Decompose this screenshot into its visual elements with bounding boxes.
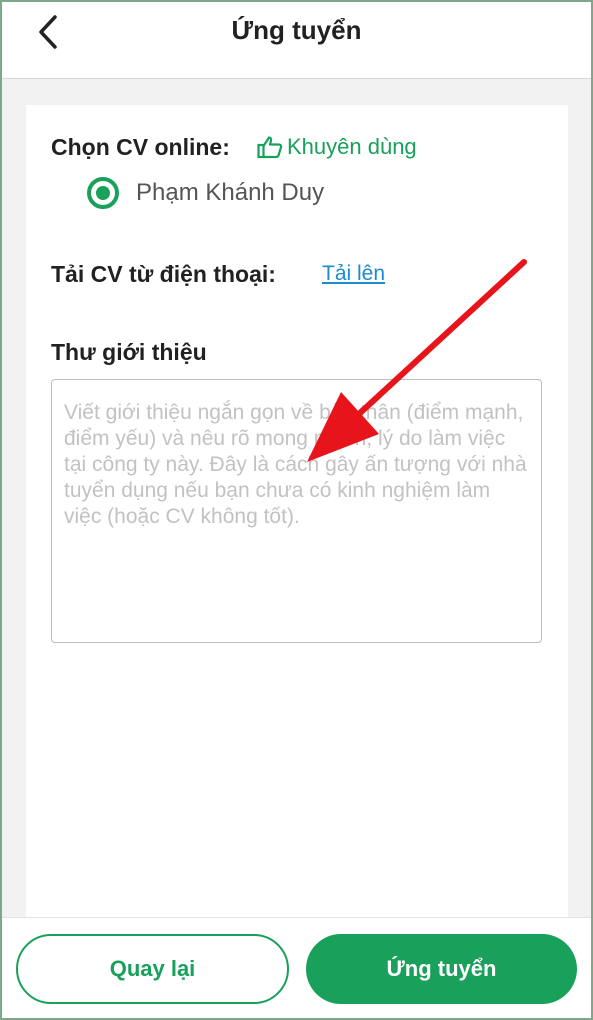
- upload-cv-label: Tải CV từ điện thoại:: [51, 261, 276, 287]
- apply-form-card: Chọn CV online: Khuyên dùng Phạm Khánh D…: [26, 105, 568, 917]
- cover-letter-placeholder: Viết giới thiệu ngắn gọn về bản thân (đi…: [64, 401, 527, 528]
- choose-cv-label: Chọn CV online:: [51, 134, 230, 160]
- upload-link[interactable]: Tải lên: [322, 262, 385, 286]
- apply-button[interactable]: Ứng tuyển: [306, 934, 577, 1004]
- cover-letter-textarea[interactable]: Viết giới thiệu ngắn gọn về bản thân (đi…: [51, 379, 542, 643]
- app-header: Ứng tuyển: [0, 0, 593, 79]
- radio-dot: [96, 186, 110, 200]
- thumbs-up-icon: [257, 136, 283, 159]
- go-back-button[interactable]: Quay lại: [16, 934, 289, 1004]
- page-title: Ứng tuyển: [231, 15, 362, 45]
- cv-name-label: Phạm Khánh Duy: [136, 179, 325, 206]
- recommend-badge: Khuyên dùng: [257, 133, 417, 161]
- recommend-label: Khuyên dùng: [287, 134, 417, 159]
- cv-option-selected[interactable]: Phạm Khánh Duy: [87, 177, 324, 209]
- radio-button-selected[interactable]: [87, 177, 119, 209]
- cover-letter-title: Thư giới thiệu: [51, 339, 207, 365]
- footer-actions: Quay lại Ứng tuyển: [0, 917, 593, 1020]
